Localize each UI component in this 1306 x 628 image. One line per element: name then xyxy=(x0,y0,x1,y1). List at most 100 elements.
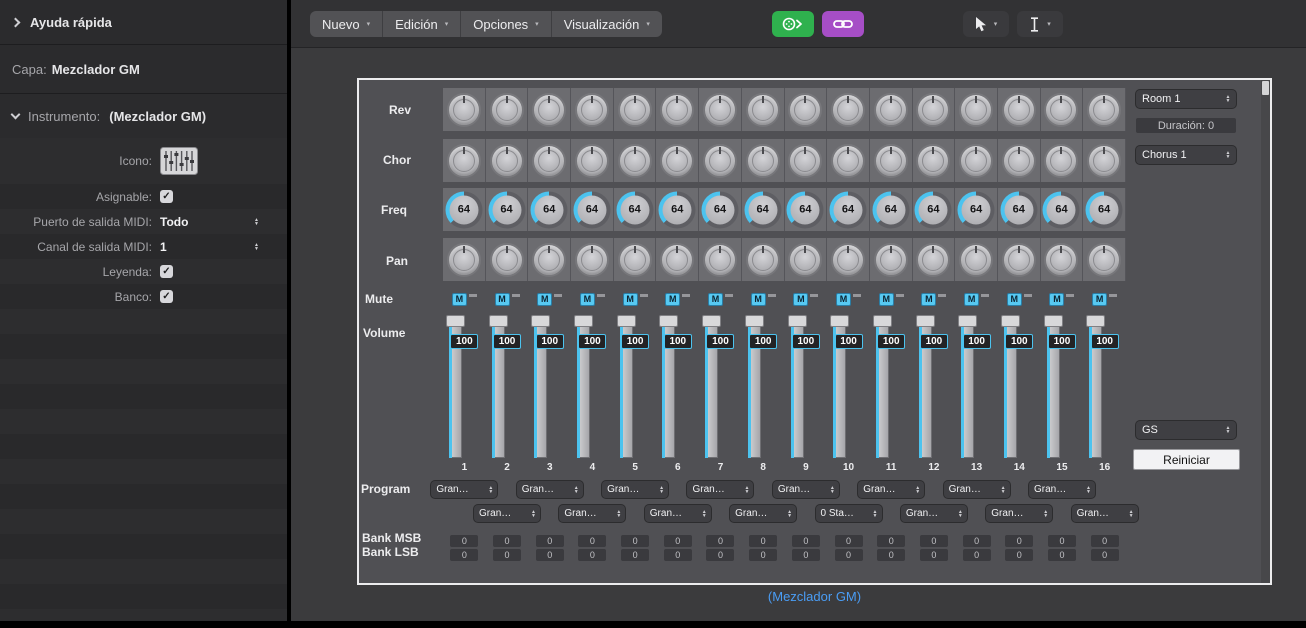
freq-knob[interactable]: 64 xyxy=(958,191,995,228)
bank-msb-field[interactable]: 0 xyxy=(835,535,863,547)
reverb-knob[interactable] xyxy=(575,93,609,127)
mute-button[interactable]: M xyxy=(708,293,723,306)
freq-knob[interactable]: 64 xyxy=(488,191,525,228)
select-arrows-icon[interactable]: ▲▼ xyxy=(254,218,259,226)
link-button[interactable] xyxy=(822,11,864,37)
pan-knob[interactable] xyxy=(618,243,652,277)
bank-lsb-field[interactable]: 0 xyxy=(835,549,863,561)
program-select[interactable]: Gran… ▲▼ xyxy=(431,481,497,498)
bank-msb-field[interactable]: 0 xyxy=(536,535,564,547)
pan-knob[interactable] xyxy=(447,243,481,277)
midi-out-button[interactable] xyxy=(772,11,814,37)
freq-knob[interactable]: 64 xyxy=(1043,191,1080,228)
chorus-type-select[interactable]: Chorus 1 ▲▼ xyxy=(1136,146,1236,164)
bank-msb-field[interactable]: 0 xyxy=(706,535,734,547)
volume-value-field[interactable]: 100 xyxy=(792,334,820,349)
reverb-knob[interactable] xyxy=(1044,93,1078,127)
program-select[interactable]: Gran… ▲▼ xyxy=(645,505,711,522)
pan-knob[interactable] xyxy=(703,243,737,277)
scrollbar[interactable] xyxy=(1261,80,1270,583)
chorus-knob[interactable] xyxy=(916,144,950,178)
reverb-knob[interactable] xyxy=(490,93,524,127)
bank-msb-field[interactable]: 0 xyxy=(621,535,649,547)
bank-lsb-field[interactable]: 0 xyxy=(1048,549,1076,561)
chorus-knob[interactable] xyxy=(1087,144,1121,178)
program-select[interactable]: Gran… ▲▼ xyxy=(474,505,540,522)
mute-button[interactable]: M xyxy=(623,293,638,306)
volume-value-field[interactable]: 100 xyxy=(1048,334,1076,349)
mute-button[interactable]: M xyxy=(879,293,894,306)
volume-value-field[interactable]: 100 xyxy=(877,334,905,349)
volume-fader[interactable]: 100 xyxy=(443,315,486,458)
program-select[interactable]: Gran… ▲▼ xyxy=(773,481,839,498)
freq-knob[interactable]: 64 xyxy=(787,191,824,228)
freq-knob[interactable]: 64 xyxy=(616,191,653,228)
program-select[interactable]: 0 Sta… ▲▼ xyxy=(816,505,882,522)
volume-fader[interactable]: 100 xyxy=(699,315,742,458)
bank-lsb-field[interactable]: 0 xyxy=(920,549,948,561)
volume-value-field[interactable]: 100 xyxy=(450,334,478,349)
volume-value-field[interactable]: 100 xyxy=(493,334,521,349)
chorus-knob[interactable] xyxy=(660,144,694,178)
fader-cap[interactable] xyxy=(745,315,764,327)
volume-fader[interactable]: 100 xyxy=(913,315,956,458)
pan-knob[interactable] xyxy=(831,243,865,277)
bank-msb-field[interactable]: 0 xyxy=(450,535,478,547)
chorus-knob[interactable] xyxy=(618,144,652,178)
program-select[interactable]: Gran… ▲▼ xyxy=(730,505,796,522)
fader-cap[interactable] xyxy=(489,315,508,327)
reverb-knob[interactable] xyxy=(1087,93,1121,127)
chorus-knob[interactable] xyxy=(1002,144,1036,178)
fader-cap[interactable] xyxy=(1044,315,1063,327)
freq-knob[interactable]: 64 xyxy=(573,191,610,228)
chorus-knob[interactable] xyxy=(703,144,737,178)
layer-selector[interactable]: Capa: Mezclador GM xyxy=(0,45,287,94)
mute-button[interactable]: M xyxy=(793,293,808,306)
quick-help-header[interactable]: Ayuda rápida xyxy=(0,0,287,45)
reverb-knob[interactable] xyxy=(1002,93,1036,127)
legend-checkbox[interactable]: ✓ xyxy=(160,265,173,278)
pan-knob[interactable] xyxy=(788,243,822,277)
volume-value-field[interactable]: 100 xyxy=(621,334,649,349)
mute-button[interactable]: M xyxy=(836,293,851,306)
program-select[interactable]: Gran… ▲▼ xyxy=(944,481,1010,498)
freq-knob[interactable]: 64 xyxy=(872,191,909,228)
bank-checkbox[interactable]: ✓ xyxy=(160,290,173,303)
select-arrows-icon[interactable]: ▲▼ xyxy=(254,243,259,251)
fader-cap[interactable] xyxy=(446,315,465,327)
mute-button[interactable]: M xyxy=(452,293,467,306)
volume-fader[interactable]: 100 xyxy=(785,315,828,458)
midi-channel-value[interactable]: 1 xyxy=(160,240,167,254)
chorus-knob[interactable] xyxy=(959,144,993,178)
mute-button[interactable]: M xyxy=(495,293,510,306)
bank-lsb-field[interactable]: 0 xyxy=(749,549,777,561)
volume-fader[interactable]: 100 xyxy=(1083,315,1126,458)
mute-button[interactable]: M xyxy=(1049,293,1064,306)
volume-fader[interactable]: 100 xyxy=(528,315,571,458)
freq-knob[interactable]: 64 xyxy=(915,191,952,228)
text-tool-button[interactable]: ▾ xyxy=(1017,11,1063,37)
program-select[interactable]: Gran… ▲▼ xyxy=(1072,505,1138,522)
reverb-knob[interactable] xyxy=(788,93,822,127)
chorus-knob[interactable] xyxy=(532,144,566,178)
bank-lsb-field[interactable]: 0 xyxy=(621,549,649,561)
instrument-header[interactable]: Instrumento: (Mezclador GM) xyxy=(0,94,287,138)
mute-button[interactable]: M xyxy=(537,293,552,306)
freq-knob[interactable]: 64 xyxy=(830,191,867,228)
pan-knob[interactable] xyxy=(490,243,524,277)
program-select[interactable]: Gran… ▲▼ xyxy=(858,481,924,498)
reverb-knob[interactable] xyxy=(746,93,780,127)
bank-lsb-field[interactable]: 0 xyxy=(493,549,521,561)
volume-value-field[interactable]: 100 xyxy=(1005,334,1033,349)
volume-value-field[interactable]: 100 xyxy=(706,334,734,349)
bank-lsb-field[interactable]: 0 xyxy=(877,549,905,561)
midi-port-value[interactable]: Todo xyxy=(160,215,188,229)
pan-knob[interactable] xyxy=(1087,243,1121,277)
mute-button[interactable]: M xyxy=(1092,293,1107,306)
bank-msb-field[interactable]: 0 xyxy=(664,535,692,547)
mute-button[interactable]: M xyxy=(1007,293,1022,306)
volume-fader[interactable]: 100 xyxy=(1041,315,1084,458)
bank-msb-field[interactable]: 0 xyxy=(1091,535,1119,547)
mute-button[interactable]: M xyxy=(751,293,766,306)
fader-cap[interactable] xyxy=(1086,315,1105,327)
